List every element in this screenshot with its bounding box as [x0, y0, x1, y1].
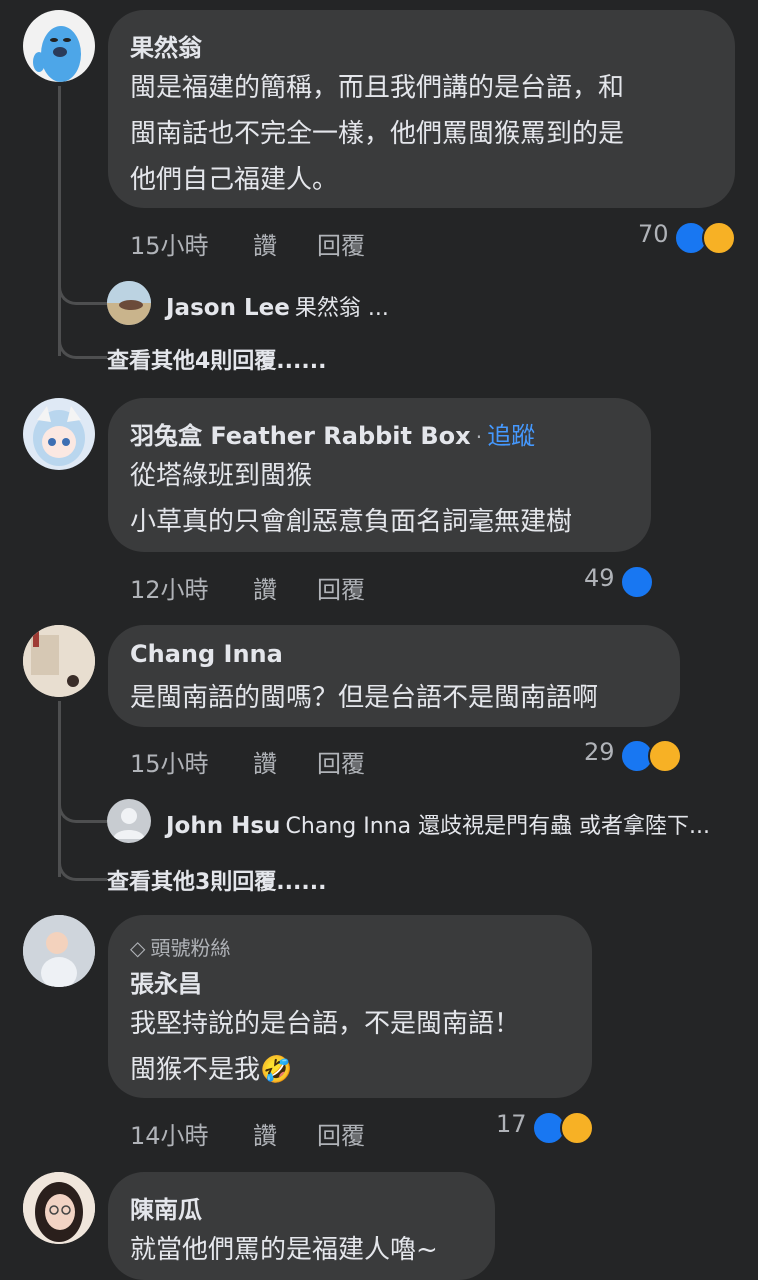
reply-button[interactable]: 回覆: [317, 570, 365, 605]
haha-reaction-icon: [647, 738, 682, 773]
avatar-room-image: [23, 625, 95, 697]
reactions[interactable]: 29: [584, 738, 682, 773]
comment-text-line: 是閩南語的閩嗎？但是台語不是閩南語啊: [130, 683, 599, 713]
avatar[interactable]: [23, 1172, 95, 1244]
reply-avatar[interactable]: [107, 281, 151, 325]
reply-author: John Hsu: [166, 813, 281, 839]
comment-author[interactable]: 羽兔盒 Feather Rabbit Box: [130, 422, 471, 450]
comment-text-line: 閩猴不是我🤣: [130, 1055, 293, 1085]
like-button[interactable]: 讚: [253, 1116, 277, 1151]
reply-author: Jason Lee: [166, 295, 290, 321]
comment-author[interactable]: Chang Inna: [130, 640, 283, 668]
avatar-baby-image: [23, 915, 95, 987]
reaction-count: 17: [496, 1110, 527, 1138]
like-button[interactable]: 讚: [253, 226, 277, 261]
comment-text-line: 小草真的只會創惡意負面名詞毫無建樹: [130, 507, 573, 537]
comment-author[interactable]: 陳南瓜: [130, 1190, 202, 1225]
reactions[interactable]: 70: [638, 220, 736, 255]
more-replies-connector: [58, 340, 107, 359]
more-replies-connector: [58, 862, 107, 881]
like-button[interactable]: 讚: [253, 744, 277, 779]
view-more-replies[interactable]: 查看其他4則回覆......: [107, 343, 326, 375]
like-reaction-icon: [619, 564, 654, 599]
reply-preview[interactable]: Jason Lee 果然翁 ...: [166, 290, 389, 322]
haha-reaction-icon: [559, 1110, 594, 1145]
thread-line: [58, 701, 61, 877]
comment-author[interactable]: 張永昌: [130, 964, 202, 999]
avatar-anime-image: [33, 406, 85, 466]
reply-button[interactable]: 回覆: [317, 226, 365, 261]
reply-avatar[interactable]: [107, 799, 151, 843]
follow-button[interactable]: 追蹤: [487, 422, 535, 450]
reply-button[interactable]: 回覆: [317, 744, 365, 779]
avatar-wobbuffet-image: [33, 26, 81, 82]
top-fan-badge: ◇ 頭號粉絲: [130, 932, 230, 961]
avatar-photo-image: [107, 281, 151, 325]
comment-header: 羽兔盒 Feather Rabbit Box · 追蹤: [130, 416, 535, 451]
view-more-replies[interactable]: 查看其他3則回覆......: [107, 864, 326, 896]
comment-text-line: 我堅持說的是台語，不是閩南語！: [130, 1009, 521, 1039]
comment-text-line: 閩南話也不完全一樣，他們罵閩猴罵到的是: [130, 119, 625, 149]
reaction-count: 29: [584, 738, 615, 766]
comment-text-line: 就當他們罵的是福建人嚕~: [130, 1235, 438, 1265]
comment-author[interactable]: 果然翁: [130, 28, 202, 63]
avatar[interactable]: [23, 10, 95, 82]
reactions[interactable]: 17: [496, 1110, 594, 1145]
reply-button[interactable]: 回覆: [317, 1116, 365, 1151]
reply-connector: [58, 798, 107, 823]
avatar-portrait-image: [23, 1172, 95, 1244]
comment-text-line: 從塔綠班到閩猴: [130, 461, 313, 491]
reply-connector: [58, 280, 107, 305]
comment-time[interactable]: 15小時: [130, 744, 209, 779]
reaction-count: 70: [638, 220, 669, 248]
badge-label: 頭號粉絲: [150, 936, 231, 960]
like-button[interactable]: 讚: [253, 570, 277, 605]
default-user-icon: [113, 808, 145, 839]
haha-reaction-icon: [701, 220, 736, 255]
comment-time[interactable]: 15小時: [130, 226, 209, 261]
reactions[interactable]: 49: [584, 564, 654, 599]
diamond-icon: ◇: [130, 936, 146, 960]
separator-dot: ·: [475, 425, 483, 449]
avatar[interactable]: [23, 398, 95, 470]
avatar[interactable]: [23, 625, 95, 697]
comment-time[interactable]: 12小時: [130, 570, 209, 605]
avatar[interactable]: [23, 915, 95, 987]
thread-line: [58, 86, 61, 356]
reply-snippet: Chang Inna 還歧視是門有蟲 或者拿陸下...: [285, 814, 711, 839]
comment-text-line: 他們自己福建人。: [130, 165, 339, 195]
comment-time[interactable]: 14小時: [130, 1116, 209, 1151]
reply-preview[interactable]: John Hsu Chang Inna 還歧視是門有蟲 或者拿陸下...: [166, 808, 710, 840]
reaction-count: 49: [584, 564, 615, 592]
comment-text-line: 閩是福建的簡稱，而且我們講的是台語，和: [130, 73, 625, 103]
reply-snippet: 果然翁 ...: [294, 296, 389, 321]
